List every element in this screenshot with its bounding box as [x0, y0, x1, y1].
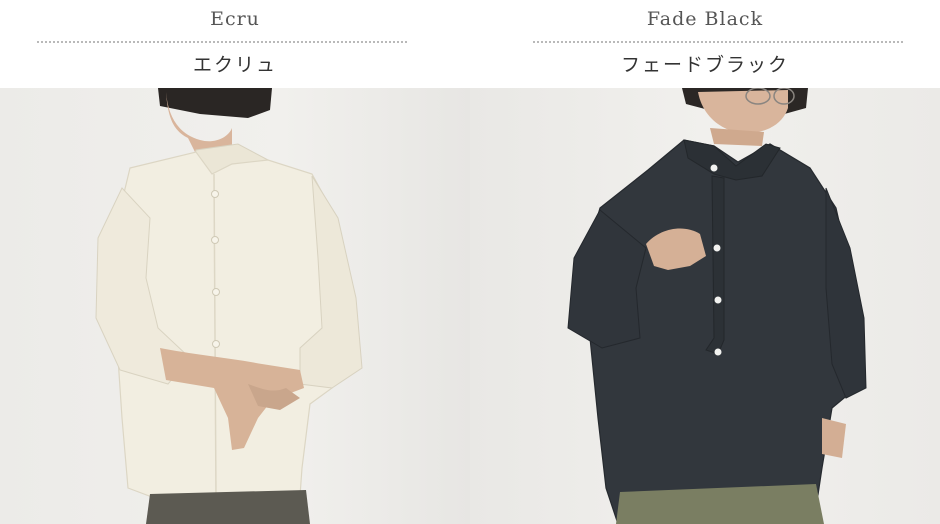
variant-name-ja: フェードブラック — [620, 54, 789, 76]
variant-name-en: Ecru — [210, 8, 260, 30]
variant-name-en: Fade Black — [646, 8, 764, 30]
variant-name-ja: エクリュ — [192, 54, 277, 76]
product-photo-ecru — [0, 88, 470, 524]
model-trousers — [146, 490, 310, 524]
product-photo-fade-black — [470, 88, 940, 524]
dotted-divider — [533, 41, 903, 43]
variant-panel-fade-black: Fade Black フェードブラック — [470, 0, 940, 524]
variant-panel-ecru: Ecru エクリュ — [0, 0, 470, 524]
variant-header-fade-black: Fade Black フェードブラック — [470, 0, 940, 88]
dotted-divider — [37, 41, 407, 43]
variant-header-ecru: Ecru エクリュ — [0, 0, 470, 88]
